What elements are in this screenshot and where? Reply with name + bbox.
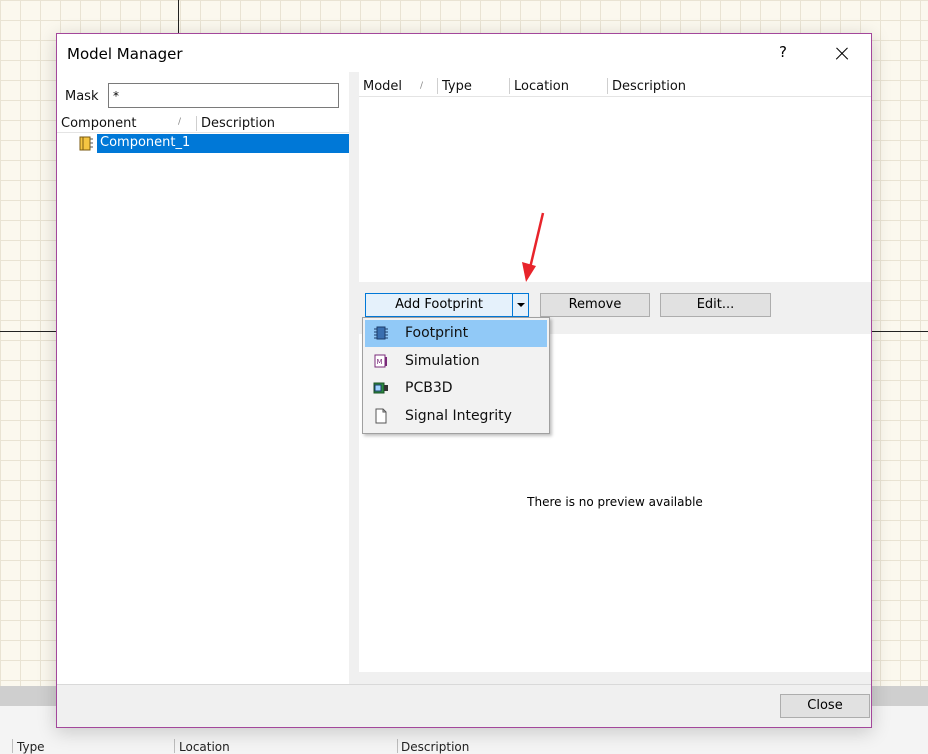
simulation-model-icon: M <box>374 354 387 368</box>
sort-indicator-icon: / <box>178 117 182 127</box>
column-component[interactable]: Component <box>61 116 136 131</box>
component-row[interactable]: Component_1 <box>78 134 349 153</box>
sort-indicator-icon: / <box>420 81 424 91</box>
pane-splitter[interactable] <box>349 72 359 684</box>
column-location[interactable]: Location <box>514 79 569 94</box>
menu-item-signal-integrity[interactable]: Signal Integrity <box>365 403 547 430</box>
menu-item-simulation[interactable]: M Simulation <box>365 348 547 375</box>
column-location[interactable]: Location <box>179 740 230 754</box>
menu-item-footprint[interactable]: Footprint <box>365 320 547 347</box>
component-icon <box>79 136 93 151</box>
dialog-footer: Close <box>57 684 871 727</box>
background-column-header: Type Location Description <box>0 737 928 754</box>
column-description[interactable]: Description <box>201 116 275 131</box>
model-list: Model / Type Location Description <box>359 72 871 282</box>
annotation-arrow-icon <box>522 212 545 282</box>
remove-button[interactable]: Remove <box>540 293 650 317</box>
schematic-wire <box>178 0 179 34</box>
add-model-menu: Footprint M Simulation PCB3D Signal Inte… <box>362 317 550 434</box>
schematic-wire <box>0 331 57 332</box>
column-type[interactable]: Type <box>17 740 45 754</box>
close-icon[interactable] <box>827 40 857 68</box>
component-list-header: Component / Description <box>57 114 349 133</box>
preview-message: There is no preview available <box>527 495 703 509</box>
column-description[interactable]: Description <box>401 740 469 754</box>
dialog-title: Model Manager <box>67 45 183 63</box>
mask-label: Mask <box>65 89 99 104</box>
column-model[interactable]: Model <box>363 79 402 94</box>
mask-input[interactable] <box>108 83 339 108</box>
footprint-chip-icon <box>374 326 388 340</box>
add-footprint-button[interactable]: Add Footprint <box>365 293 513 317</box>
add-model-dropdown-button[interactable] <box>512 293 529 317</box>
edit-button[interactable]: Edit... <box>660 293 771 317</box>
document-icon <box>375 408 387 424</box>
model-list-header: Model / Type Location Description <box>359 75 871 97</box>
component-label: Component_1 <box>97 134 349 153</box>
pcb3d-icon <box>373 382 388 394</box>
help-button[interactable]: ? <box>773 43 793 63</box>
menu-item-pcb3d[interactable]: PCB3D <box>365 375 547 402</box>
column-type[interactable]: Type <box>442 79 472 94</box>
chevron-down-icon <box>517 303 525 307</box>
dialog-titlebar[interactable]: Model Manager ? <box>57 34 871 72</box>
column-description[interactable]: Description <box>612 79 686 94</box>
component-panel: Mask Component / Description Component_1 <box>57 72 349 684</box>
close-button[interactable]: Close <box>780 694 870 718</box>
svg-text:M: M <box>377 358 383 366</box>
schematic-wire <box>871 331 928 332</box>
